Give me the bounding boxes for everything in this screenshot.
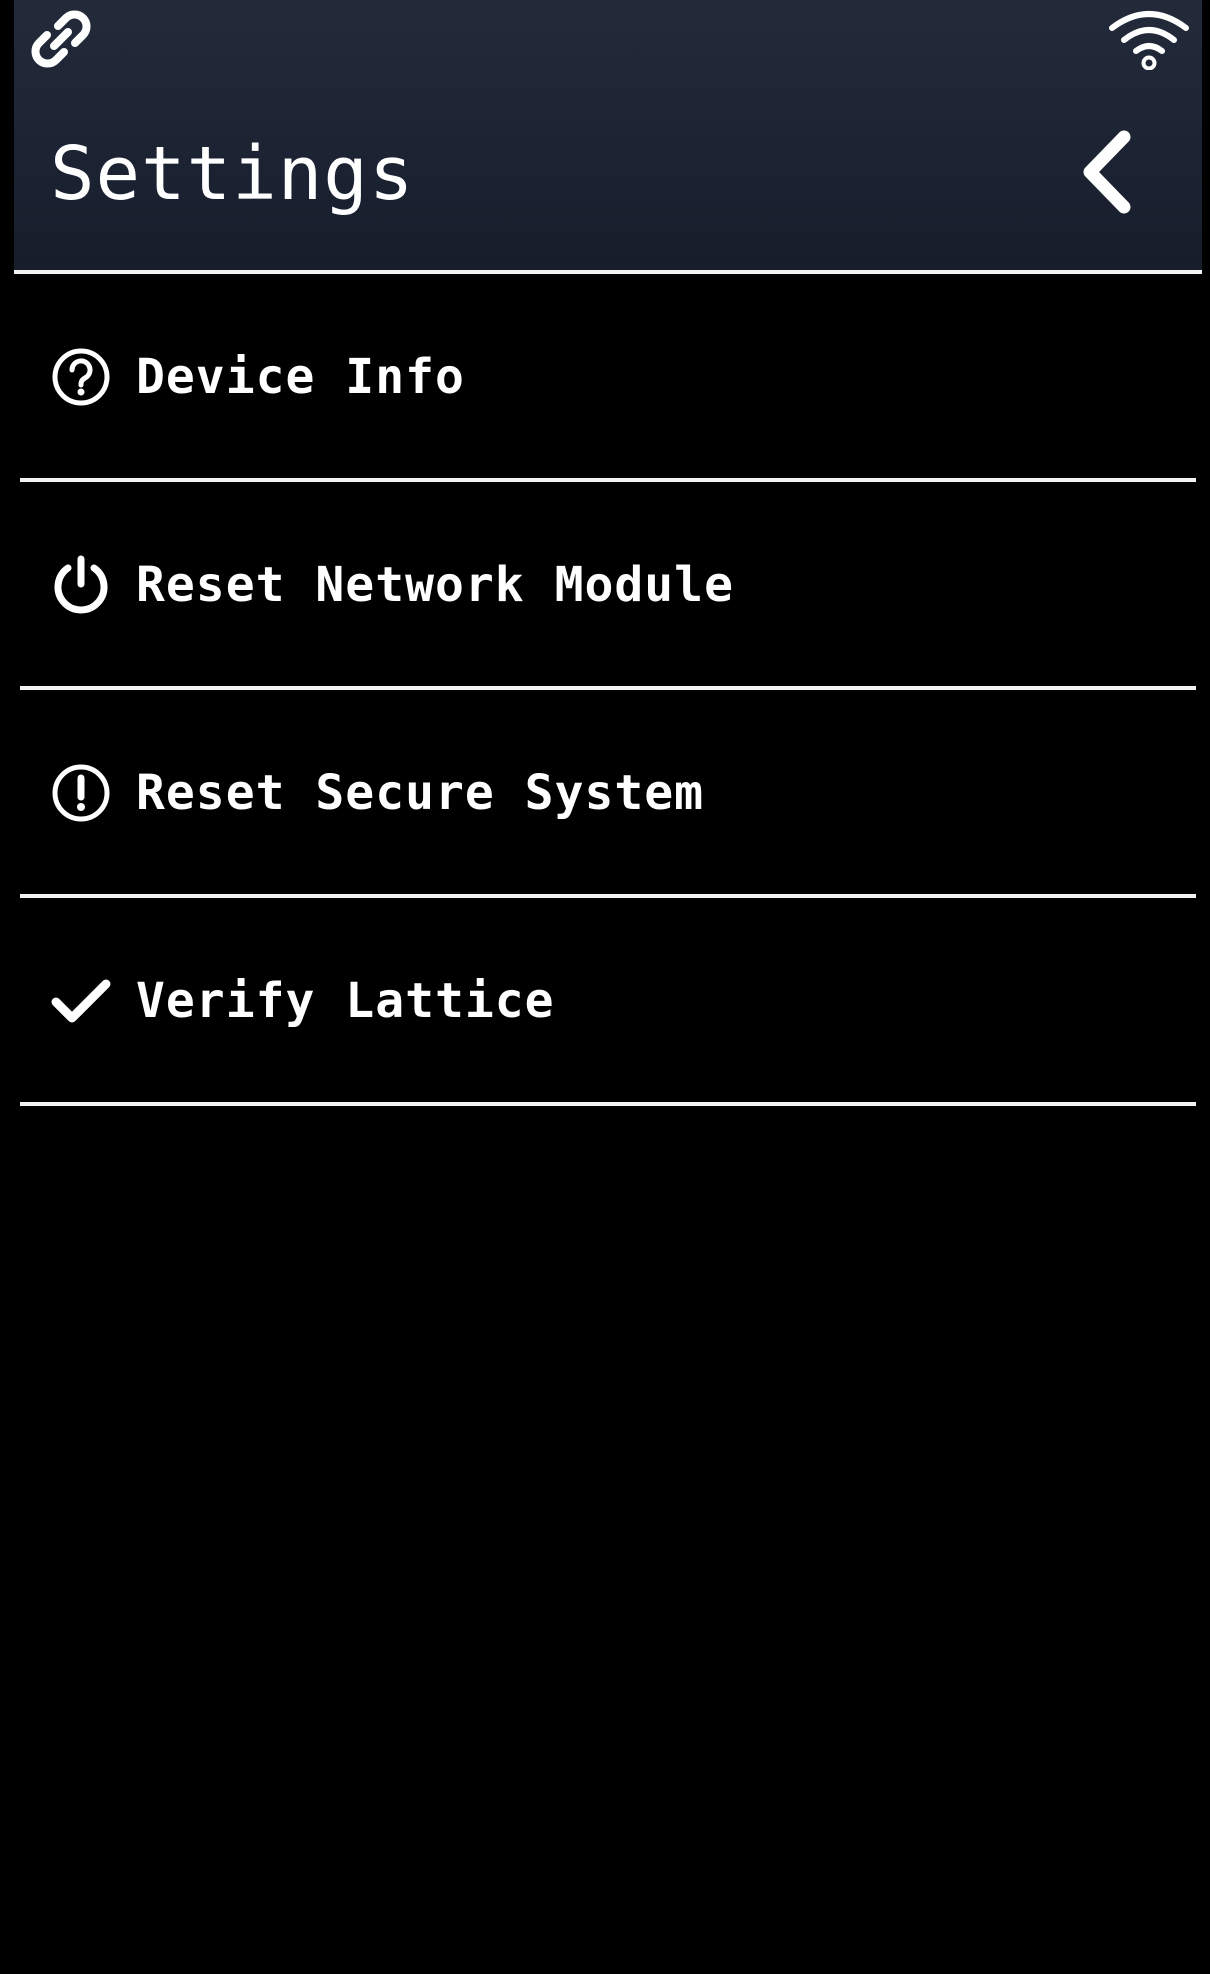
menu-item-reset-network-module[interactable]: Reset Network Module — [14, 482, 1202, 686]
settings-menu: Device Info Reset Network Module Reset S… — [14, 274, 1202, 1106]
device-screen: Settings Device Info Reset Network Modul… — [14, 0, 1202, 1974]
menu-item-device-info[interactable]: Device Info — [14, 274, 1202, 478]
menu-item-reset-secure-system[interactable]: Reset Secure System — [14, 690, 1202, 894]
menu-divider — [20, 1102, 1196, 1106]
menu-item-label: Device Info — [136, 349, 465, 405]
checkmark-icon — [50, 970, 112, 1032]
page-title: Settings — [50, 131, 415, 217]
wifi-icon — [1106, 8, 1192, 71]
exclamation-circle-icon — [50, 762, 112, 824]
menu-item-verify-lattice[interactable]: Verify Lattice — [14, 898, 1202, 1102]
menu-item-label: Reset Secure System — [136, 765, 705, 821]
power-icon — [50, 554, 112, 616]
question-circle-icon — [50, 346, 112, 408]
menu-item-label: Reset Network Module — [136, 557, 734, 613]
header-bar: Settings — [14, 0, 1202, 270]
link-icon — [28, 6, 94, 72]
menu-item-label: Verify Lattice — [136, 973, 555, 1029]
back-button[interactable] — [1058, 124, 1158, 224]
chevron-left-icon — [1078, 129, 1138, 219]
